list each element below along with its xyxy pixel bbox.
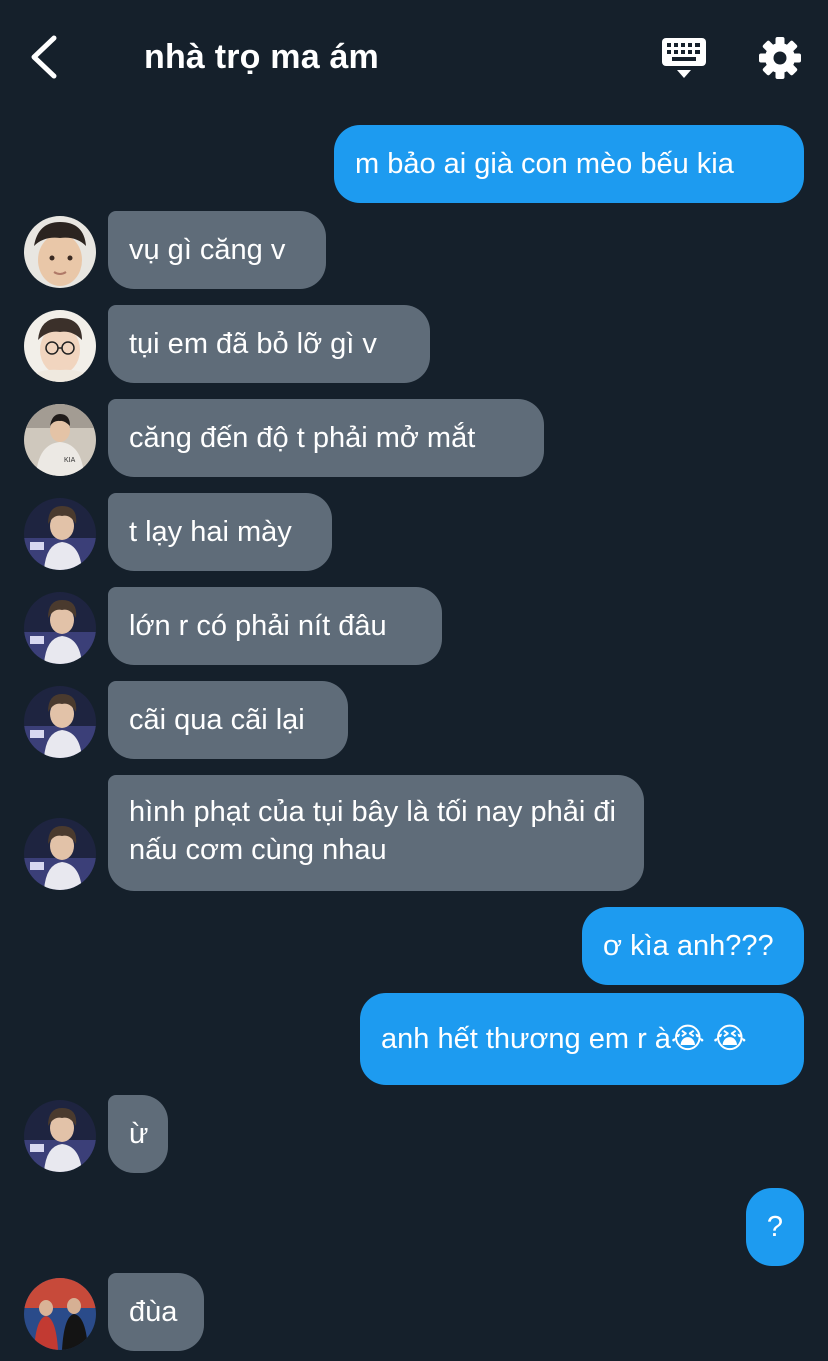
avatar[interactable] bbox=[24, 498, 96, 570]
message-bubble-outgoing[interactable]: anh hết thương em r à😭 😭 bbox=[360, 993, 804, 1085]
user-photo-4 bbox=[24, 592, 96, 664]
avatar[interactable] bbox=[24, 310, 96, 382]
keyboard-icon bbox=[662, 38, 706, 78]
avatar[interactable] bbox=[24, 818, 96, 890]
user-photo-5 bbox=[24, 1278, 96, 1350]
back-button[interactable] bbox=[26, 34, 66, 80]
message-bubble-outgoing[interactable]: ơ kìa anh??? bbox=[582, 907, 804, 985]
message-bubble-incoming[interactable]: cãi qua cãi lại bbox=[108, 681, 348, 759]
avatar[interactable]: KIA bbox=[24, 404, 96, 476]
settings-button[interactable] bbox=[758, 36, 802, 80]
message-bubble-incoming[interactable]: căng đến độ t phải mở mắt bbox=[108, 399, 544, 477]
message-bubble-incoming[interactable]: tụi em đã bỏ lỡ gì v bbox=[108, 305, 430, 383]
user-photo-4 bbox=[24, 1100, 96, 1172]
message-bubble-incoming[interactable]: ừ bbox=[108, 1095, 168, 1173]
avatar[interactable] bbox=[24, 592, 96, 664]
avatar[interactable] bbox=[24, 216, 96, 288]
message-bubble-incoming[interactable]: vụ gì căng v bbox=[108, 211, 326, 289]
user-photo-4 bbox=[24, 498, 96, 570]
message-bubble-incoming[interactable]: lớn r có phải nít đâu bbox=[108, 587, 442, 665]
chat-title: nhà trọ ma ám bbox=[144, 38, 379, 76]
gear-icon bbox=[759, 37, 801, 79]
message-bubble-outgoing[interactable]: ? bbox=[746, 1188, 804, 1266]
message-bubble-incoming[interactable]: đùa bbox=[108, 1273, 204, 1351]
user-photo-4 bbox=[24, 818, 96, 890]
message-bubble-incoming[interactable]: t lạy hai mày bbox=[108, 493, 332, 571]
user-photo-3: KIA bbox=[24, 404, 96, 476]
user-photo-2 bbox=[24, 310, 96, 382]
user-photo-1 bbox=[24, 216, 96, 288]
keyboard-button[interactable] bbox=[660, 36, 708, 80]
chevron-left-icon bbox=[31, 35, 57, 79]
avatar[interactable] bbox=[24, 686, 96, 758]
user-photo-4 bbox=[24, 686, 96, 758]
message-bubble-incoming[interactable]: hình phạt của tụi bây là tối nay phải đi… bbox=[108, 775, 644, 891]
svg-text:KIA: KIA bbox=[64, 457, 76, 464]
avatar[interactable] bbox=[24, 1278, 96, 1350]
chat-header: nhà trọ ma ám bbox=[0, 0, 828, 112]
avatar[interactable] bbox=[24, 1100, 96, 1172]
message-bubble-outgoing[interactable]: m bảo ai già con mèo bếu kia bbox=[334, 125, 804, 203]
